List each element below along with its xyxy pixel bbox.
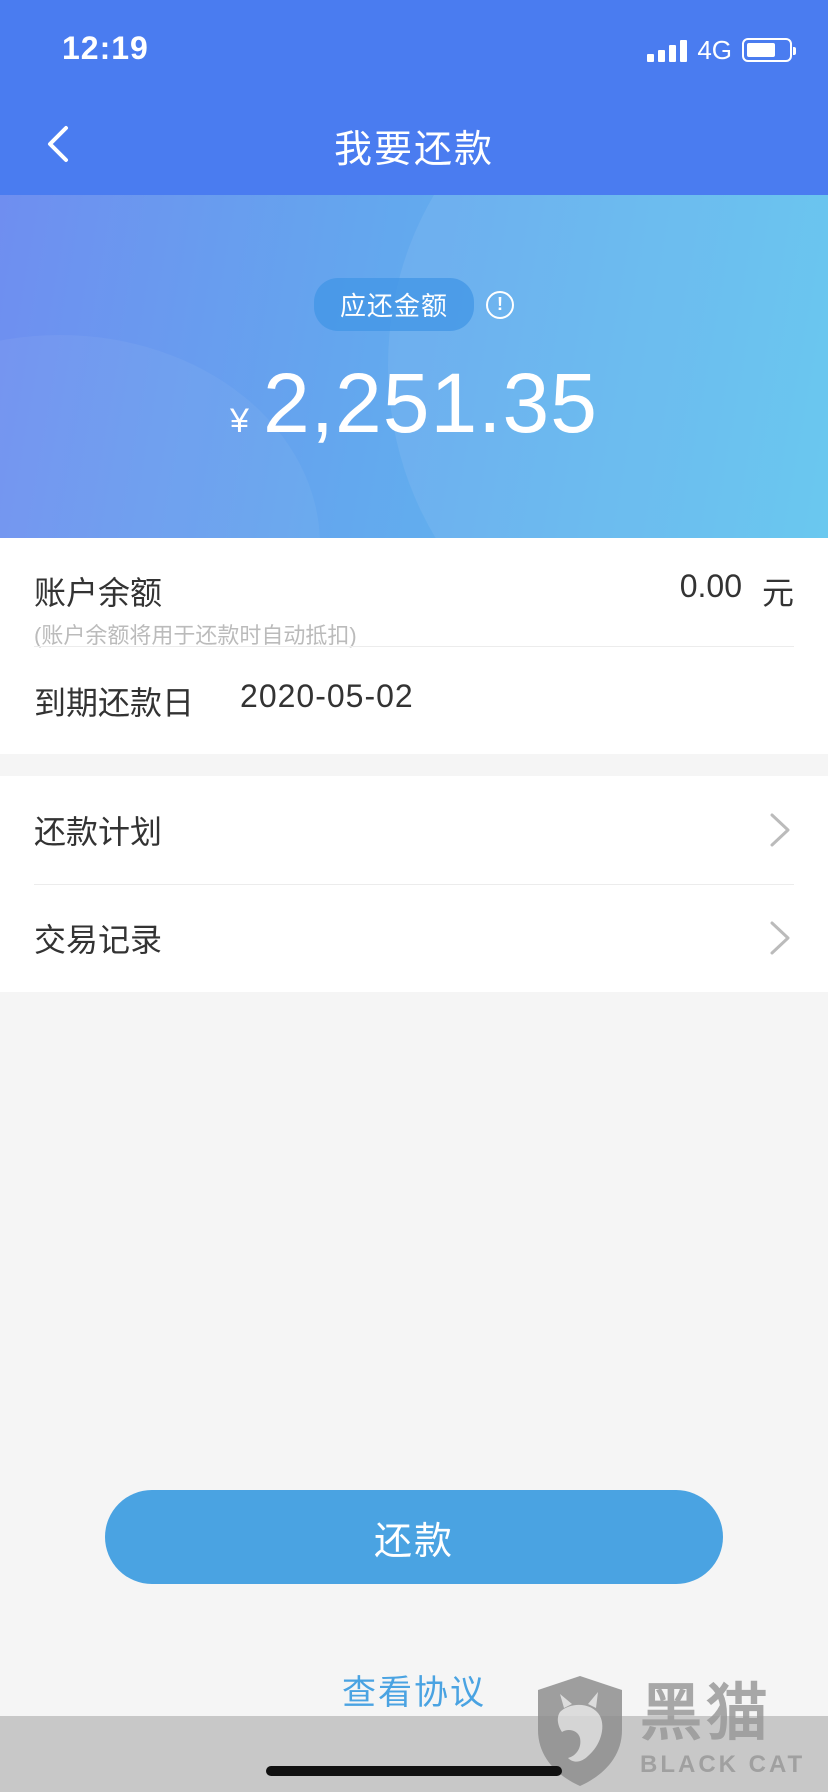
- amount-due-banner: 应还金额 ! ¥ 2,251.35: [0, 195, 828, 538]
- due-date-label: 到期还款日: [34, 685, 195, 721]
- menu-card: 还款计划 交易记录: [0, 776, 828, 992]
- amount-due-label: 应还金额: [313, 278, 474, 331]
- watermark-cn: 黑猫: [640, 1679, 773, 1748]
- divider: [34, 646, 794, 647]
- status-time: 12:19: [62, 30, 149, 66]
- watermark-en: BLACK CAT: [640, 1751, 806, 1778]
- top-bar: 12:19 4G 我要还款: [0, 0, 828, 195]
- repay-button[interactable]: 还款: [105, 1490, 723, 1584]
- balance-value: 0.00: [679, 568, 742, 604]
- home-indicator[interactable]: [266, 1766, 562, 1776]
- chevron-right-icon: [770, 813, 790, 847]
- black-cat-watermark: 黑猫 BLACK CAT: [530, 1672, 820, 1790]
- signal-icon: [647, 38, 688, 62]
- amount-value: 2,251.35: [262, 356, 598, 450]
- amount-due: ¥ 2,251.35: [0, 355, 828, 452]
- due-date-row: 到期还款日 2020-05-02: [34, 678, 414, 724]
- status-indicators: 4G: [647, 32, 796, 68]
- network-type: 4G: [697, 34, 732, 65]
- amount-label-group: 应还金额 !: [0, 278, 828, 331]
- chevron-right-icon: [770, 921, 790, 955]
- menu-item-repayment-plan[interactable]: 还款计划: [0, 776, 828, 884]
- watermark-text: 黑猫 BLACK CAT: [640, 1683, 805, 1779]
- battery-level: [747, 43, 775, 57]
- repayment-page: 12:19 4G 我要还款 应还金额 ! ¥ 2,251.35 账户余额 (账户…: [0, 0, 828, 1792]
- balance-value-group: 0.00 元: [680, 568, 794, 614]
- menu-item-label: 交易记录: [34, 922, 163, 958]
- balance-unit: 元: [761, 575, 794, 611]
- menu-item-transaction-record[interactable]: 交易记录: [0, 884, 828, 992]
- menu-item-label: 还款计划: [34, 814, 163, 850]
- info-icon[interactable]: !: [486, 290, 514, 319]
- account-card: 账户余额 (账户余额将用于还款时自动抵扣) 0.00 元 到期还款日 2020-…: [0, 538, 828, 754]
- page-title: 我要还款: [333, 129, 494, 171]
- currency-symbol: ¥: [230, 402, 249, 440]
- due-date-value: 2020-05-02: [240, 678, 414, 714]
- battery-icon: [742, 38, 796, 62]
- balance-row: 账户余额 (账户余额将用于还款时自动抵扣) 0.00 元: [34, 568, 794, 648]
